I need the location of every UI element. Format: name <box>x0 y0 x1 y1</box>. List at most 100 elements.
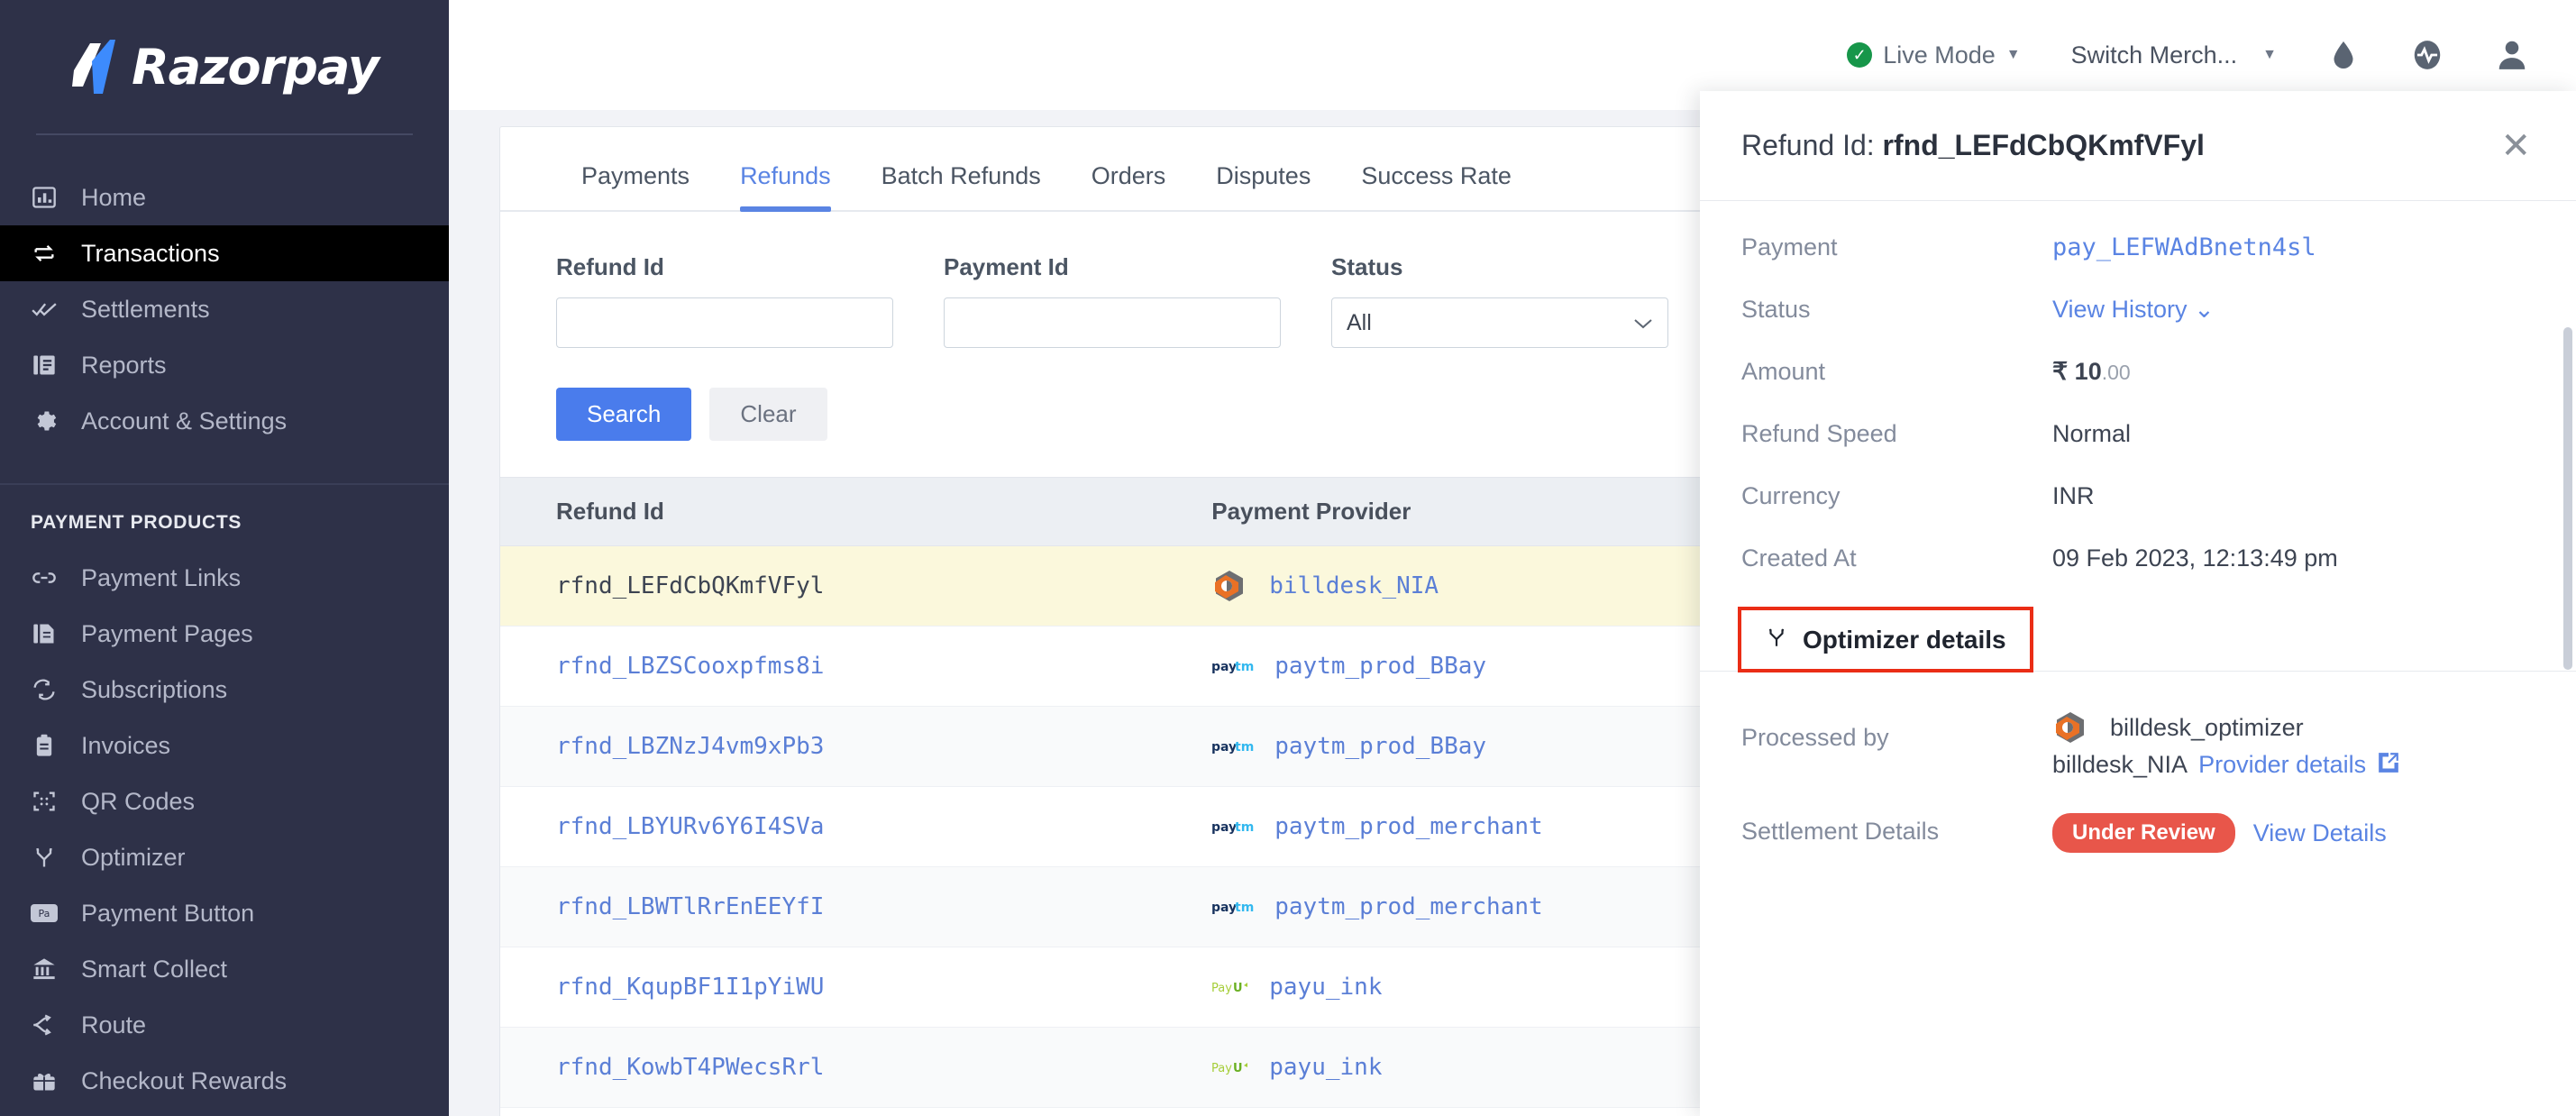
bank-icon <box>31 956 58 983</box>
provider-details-link[interactable]: Provider details <box>2198 751 2366 779</box>
sidebar-item-label: Optimizer <box>81 843 186 871</box>
tab-refunds[interactable]: Refunds <box>715 162 856 212</box>
provider-name: payu_ink <box>1269 1054 1383 1081</box>
provider-name: payu_ink <box>1269 974 1383 1001</box>
sidebar-item-label: Reports <box>81 351 167 379</box>
sidebar-item-account-settings[interactable]: Account & Settings <box>0 393 449 449</box>
payment-id-input[interactable] <box>944 297 1281 348</box>
cell-refund-id[interactable]: rfnd_LBYURv6Y6I4SVa <box>500 786 1212 867</box>
detail-label: Amount <box>1741 358 1826 385</box>
close-icon[interactable]: ✕ <box>2491 123 2540 169</box>
created-at-value: 09 Feb 2023, 12:13:49 pm <box>2052 544 2338 572</box>
sidebar-item-qr-codes[interactable]: QR Codes <box>0 773 449 829</box>
transactions-icon <box>31 240 58 267</box>
water-drop-icon[interactable] <box>2327 38 2360 72</box>
sidebar-item-route[interactable]: Route <box>0 997 449 1053</box>
cell-refund-id[interactable]: rfnd_LBWTlRrEnEEYfI <box>500 866 1212 947</box>
sidebar-item-payment-pages[interactable]: Payment Pages <box>0 606 449 662</box>
detail-label: Settlement Details <box>1741 818 1940 845</box>
sidebar-item-settlements[interactable]: Settlements <box>0 281 449 337</box>
cell-refund-id[interactable]: rfnd_LBZSCooxpfms8i <box>500 626 1212 707</box>
provider-name: billdesk_NIA <box>1269 572 1439 599</box>
payment-id-link[interactable]: pay_LEFWAdBnetn4sl <box>2052 233 2316 261</box>
optimizer-details-tab-bar: Optimizer details <box>1700 607 2576 672</box>
svg-text:tm: tm <box>1235 660 1254 674</box>
sidebar-item-home[interactable]: Home <box>0 169 449 225</box>
detail-label: Processed by <box>1741 724 1889 751</box>
optimizer-details-tab[interactable]: Optimizer details <box>1738 607 2033 672</box>
detail-row-payment: Payment pay_LEFWAdBnetn4sl <box>1700 233 2576 261</box>
detail-label: Refund Speed <box>1741 420 1897 447</box>
detail-label: Currency <box>1741 482 1841 509</box>
settlement-value-group: Under Review View Details <box>2052 813 2387 853</box>
payu-logo-icon: Pay U <box>1211 1049 1253 1085</box>
reports-icon <box>31 352 58 379</box>
sidebar-item-invoices[interactable]: Invoices <box>0 718 449 773</box>
detail-title-id: rfnd_LEFdCbQKmfVFyl <box>1882 129 2205 161</box>
provider-name: paytm_prod_merchant <box>1274 813 1543 840</box>
detail-row-currency: Currency INR <box>1700 482 2576 510</box>
sidebar-item-checkout-rewards[interactable]: Checkout Rewards <box>0 1053 449 1109</box>
detail-label: Status <box>1741 296 1811 323</box>
tab-batch-refunds[interactable]: Batch Refunds <box>856 162 1066 210</box>
brand-logo[interactable]: Razorpay <box>0 0 449 133</box>
billdesk-logo-icon <box>2052 709 2094 746</box>
status-select[interactable]: All <box>1331 297 1668 348</box>
tab-orders[interactable]: Orders <box>1066 162 1192 210</box>
provider-name: paytm_prod_BBay <box>1274 653 1487 680</box>
refund-id-input[interactable] <box>556 297 893 348</box>
switch-merchant-selector[interactable]: Switch Merch... ▼ <box>2071 41 2277 69</box>
provider-name: billdesk_NIA <box>2052 751 2188 778</box>
chevron-down-icon <box>1633 310 1653 336</box>
razorpay-dashboard: Razorpay Home Transactions Settlements R… <box>0 0 2576 1116</box>
cell-refund-id[interactable]: rfnd_LEFdCbQKmfVFyl <box>500 545 1212 627</box>
provider-name: paytm_prod_BBay <box>1274 733 1487 760</box>
filter-label: Refund Id <box>556 253 664 280</box>
sidebar-item-transactions[interactable]: Transactions <box>0 225 449 281</box>
search-button[interactable]: Search <box>556 388 692 441</box>
sidebar-item-label: Settlements <box>81 295 210 323</box>
sidebar-item-optimizer[interactable]: Optimizer <box>0 829 449 885</box>
cell-refund-id[interactable]: rfnd_LBZNzJ4vm9xPb3 <box>500 706 1212 787</box>
sidebar-item-payment-links[interactable]: Payment Links <box>0 550 449 606</box>
chevron-down-icon: ⌄ <box>2194 296 2215 323</box>
user-avatar-icon[interactable] <box>2495 37 2529 73</box>
link-icon <box>31 564 58 591</box>
tab-success-rate[interactable]: Success Rate <box>1336 162 1537 210</box>
view-history-link[interactable]: View History ⌄ <box>2052 296 2215 324</box>
refresh-icon <box>31 676 58 703</box>
clear-button[interactable]: Clear <box>709 388 827 441</box>
sidebar-item-label: Invoices <box>81 731 171 759</box>
payment-button-icon: Pa <box>31 900 58 927</box>
chevron-down-icon: ▼ <box>2005 47 2021 62</box>
tab-payments[interactable]: Payments <box>556 162 715 210</box>
provider-name: paytm_prod_merchant <box>1274 893 1543 920</box>
optimizer-icon <box>31 844 58 871</box>
detail-label: Created At <box>1741 544 1857 572</box>
external-link-icon[interactable] <box>2377 751 2400 779</box>
detail-row-processed-by: Processed by billdesk_optimizer billdesk… <box>1700 709 2576 779</box>
cell-refund-id[interactable]: rfnd_KqupBF1I1pYiWU <box>500 947 1212 1028</box>
pulse-icon[interactable] <box>2410 38 2444 72</box>
tab-disputes[interactable]: Disputes <box>1191 162 1336 210</box>
sidebar-item-subscriptions[interactable]: Subscriptions <box>0 662 449 718</box>
svg-text:tm: tm <box>1235 820 1254 835</box>
sidebar-item-label: Smart Collect <box>81 955 228 983</box>
paytm-logo-icon: pay tm <box>1211 728 1258 764</box>
paytm-logo-icon: pay tm <box>1211 809 1258 845</box>
live-mode-label: Live Mode <box>1883 41 1996 69</box>
sidebar-item-payment-button[interactable]: Pa Payment Button <box>0 885 449 941</box>
sidebar-item-label: Checkout Rewards <box>81 1066 288 1094</box>
panel-scrollbar[interactable] <box>2563 327 2572 670</box>
gift-icon <box>31 1067 58 1094</box>
sidebar-divider <box>36 133 413 135</box>
column-header-refund-id[interactable]: Refund Id <box>500 477 1212 546</box>
filter-payment-id: Payment Id <box>944 253 1281 348</box>
detail-row-refund-speed: Refund Speed Normal <box>1700 420 2576 448</box>
view-details-link[interactable]: View Details <box>2253 819 2387 847</box>
sidebar-item-smart-collect[interactable]: Smart Collect <box>0 941 449 997</box>
view-history-label: View History <box>2052 296 2188 323</box>
sidebar-item-reports[interactable]: Reports <box>0 337 449 393</box>
cell-refund-id[interactable]: rfnd_KowbT4PWecsRrl <box>500 1027 1212 1108</box>
live-mode-selector[interactable]: ✓ Live Mode ▼ <box>1847 41 2021 69</box>
